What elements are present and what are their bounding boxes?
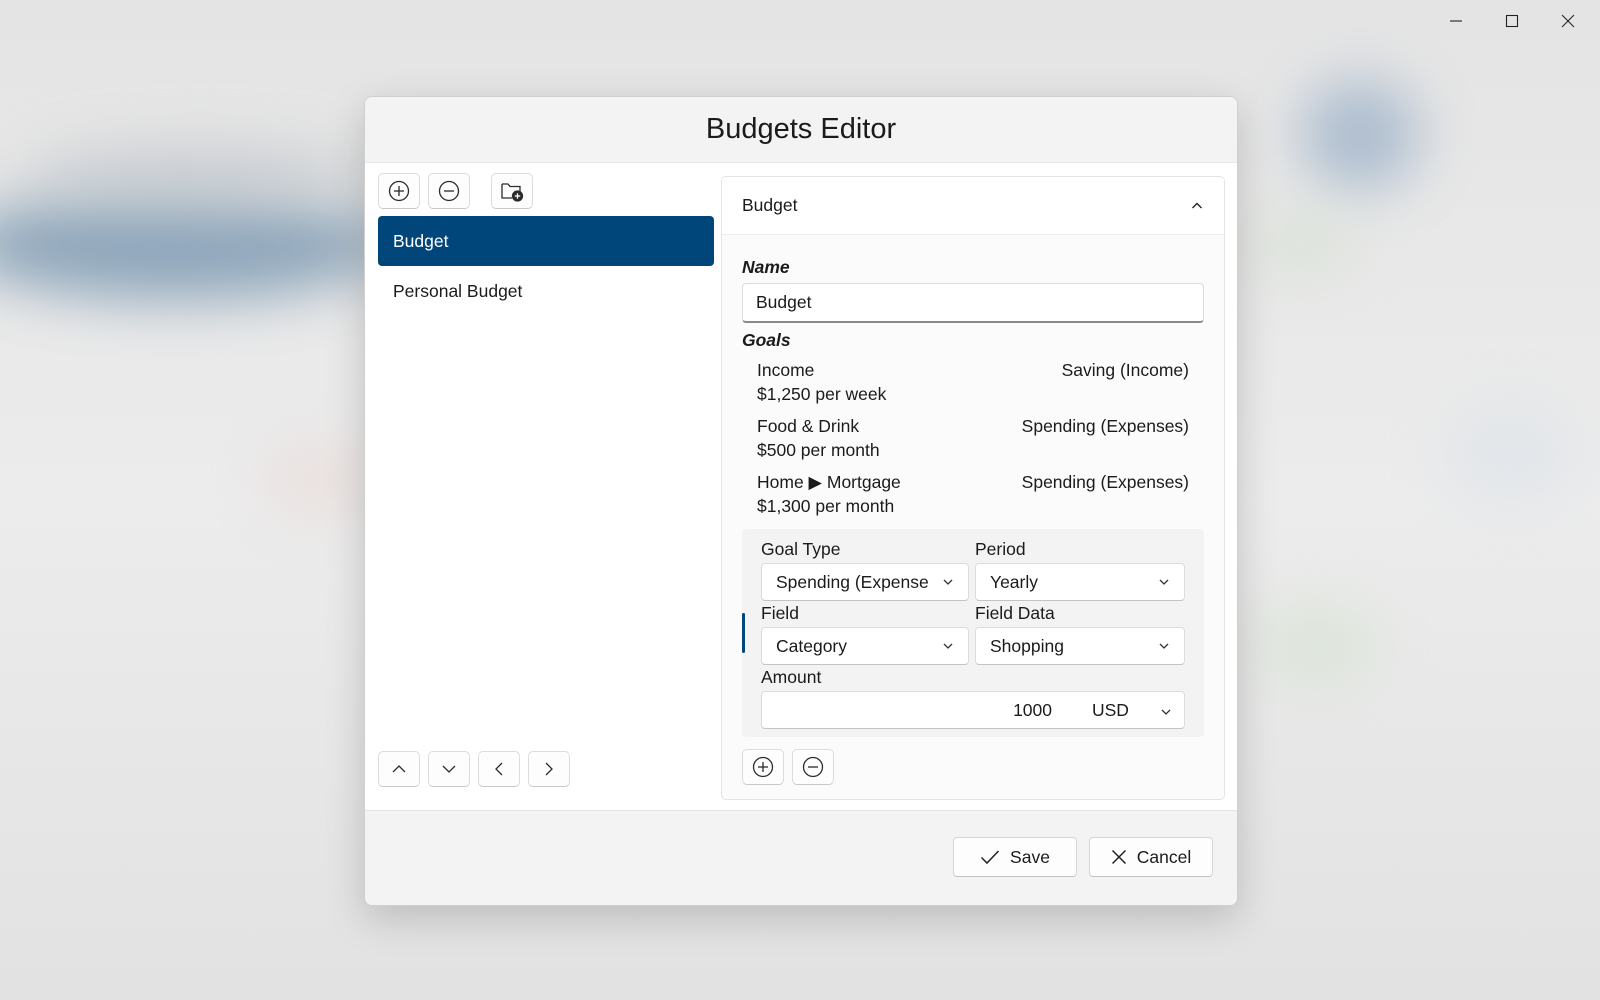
minimize-icon (1450, 20, 1462, 22)
field-data-value: Shopping (990, 635, 1064, 656)
chevron-down-icon (442, 765, 456, 773)
folder-add-icon (501, 183, 524, 202)
name-input[interactable]: Budget (742, 283, 1204, 323)
goal-amount: $1,300 per month (757, 496, 895, 516)
remove-budget-button[interactable] (428, 173, 470, 209)
maximize-icon (1505, 14, 1519, 28)
goal-item[interactable]: Food & Drink $500 per month Spending (Ex… (757, 416, 1189, 466)
goal-amount: $1,250 per week (757, 384, 887, 404)
dialog-footer: Save Cancel (365, 811, 1237, 905)
field-label: Field (761, 603, 799, 623)
list-item[interactable]: Budget (378, 216, 714, 266)
add-folder-button[interactable] (491, 173, 533, 209)
add-circle-icon (752, 756, 774, 778)
move-up-button[interactable] (378, 751, 420, 787)
goal-type: Spending (Expenses) (1021, 416, 1189, 436)
goal-type: Spending (Expenses) (1021, 472, 1189, 492)
chevron-right-icon (545, 762, 553, 776)
move-down-button[interactable] (428, 751, 470, 787)
budget-details-panel: Budget Name Budget Goals Income $1,250 p… (721, 176, 1225, 800)
checkmark-icon (981, 850, 1000, 865)
goal-name: Income (757, 360, 815, 380)
cancel-button[interactable]: Cancel (1089, 837, 1213, 877)
list-item-label: Budget (393, 230, 449, 251)
amount-value: 1000 (1013, 700, 1052, 720)
field-value: Category (776, 635, 848, 656)
dialog-body: Budget Personal Budget Budget Name Budge… (365, 163, 1237, 811)
move-right-button[interactable] (528, 751, 570, 787)
save-button-label: Save (1010, 846, 1050, 867)
maximize-button[interactable] (1484, 0, 1540, 42)
chevron-down-icon (1159, 643, 1169, 649)
goal-item[interactable]: Home ▶ Mortgage $1,300 per month Spendin… (757, 472, 1189, 522)
goal-item[interactable]: Income $1,250 per week Saving (Income) (757, 360, 1189, 410)
add-circle-icon (388, 180, 410, 202)
goal-name: Home ▶ Mortgage (757, 472, 901, 492)
add-goal-button[interactable] (742, 749, 784, 785)
save-button[interactable]: Save (953, 837, 1077, 877)
goal-amount: $500 per month (757, 440, 880, 460)
chevron-down-icon (1161, 709, 1171, 715)
chevron-down-icon (943, 579, 953, 585)
field-data-label: Field Data (975, 603, 1055, 623)
list-item-label: Personal Budget (393, 280, 523, 301)
goals-label: Goals (742, 330, 791, 350)
goal-name: Food & Drink (757, 416, 860, 436)
goal-type-value: Spending (Expense (776, 571, 929, 592)
dialog-title: Budgets Editor (705, 113, 897, 145)
budgets-editor-dialog: Budgets Editor Budget Personal Budget Bu… (364, 96, 1238, 906)
currency-dropdown[interactable]: USD (1092, 700, 1129, 721)
chevron-up-icon (392, 765, 406, 773)
budgets-list: Budget Personal Budget (378, 216, 714, 316)
chevron-down-icon (1159, 579, 1169, 585)
field-data-dropdown[interactable]: Shopping (975, 627, 1185, 665)
chevron-left-icon (495, 762, 503, 776)
goal-type: Saving (Income) (1061, 360, 1189, 380)
remove-goal-button[interactable] (792, 749, 834, 785)
selection-indicator (742, 613, 745, 653)
move-left-button[interactable] (478, 751, 520, 787)
remove-circle-icon (438, 180, 460, 202)
list-item[interactable]: Personal Budget (378, 266, 714, 316)
cancel-button-label: Cancel (1136, 846, 1192, 867)
chevron-up-icon[interactable] (1190, 199, 1204, 213)
name-label: Name (742, 257, 790, 277)
chevron-down-icon (943, 643, 953, 649)
goal-editor: Goal Type Period Spending (Expense Yearl… (742, 529, 1204, 737)
close-icon (1561, 14, 1575, 28)
period-label: Period (975, 539, 1026, 559)
field-dropdown[interactable]: Category (761, 627, 969, 665)
panel-header[interactable]: Budget (722, 177, 1224, 235)
goal-type-label: Goal Type (761, 539, 841, 559)
close-icon (1111, 849, 1126, 865)
dialog-header: Budgets Editor (365, 97, 1237, 163)
amount-input[interactable]: 1000 USD (761, 691, 1185, 729)
close-window-button[interactable] (1540, 0, 1596, 42)
panel-header-title: Budget (742, 195, 798, 215)
period-value: Yearly (990, 571, 1038, 592)
period-dropdown[interactable]: Yearly (975, 563, 1185, 601)
add-budget-button[interactable] (378, 173, 420, 209)
minimize-button[interactable] (1428, 0, 1484, 42)
goal-type-dropdown[interactable]: Spending (Expense (761, 563, 969, 601)
remove-circle-icon (802, 756, 824, 778)
amount-label: Amount (761, 667, 822, 687)
